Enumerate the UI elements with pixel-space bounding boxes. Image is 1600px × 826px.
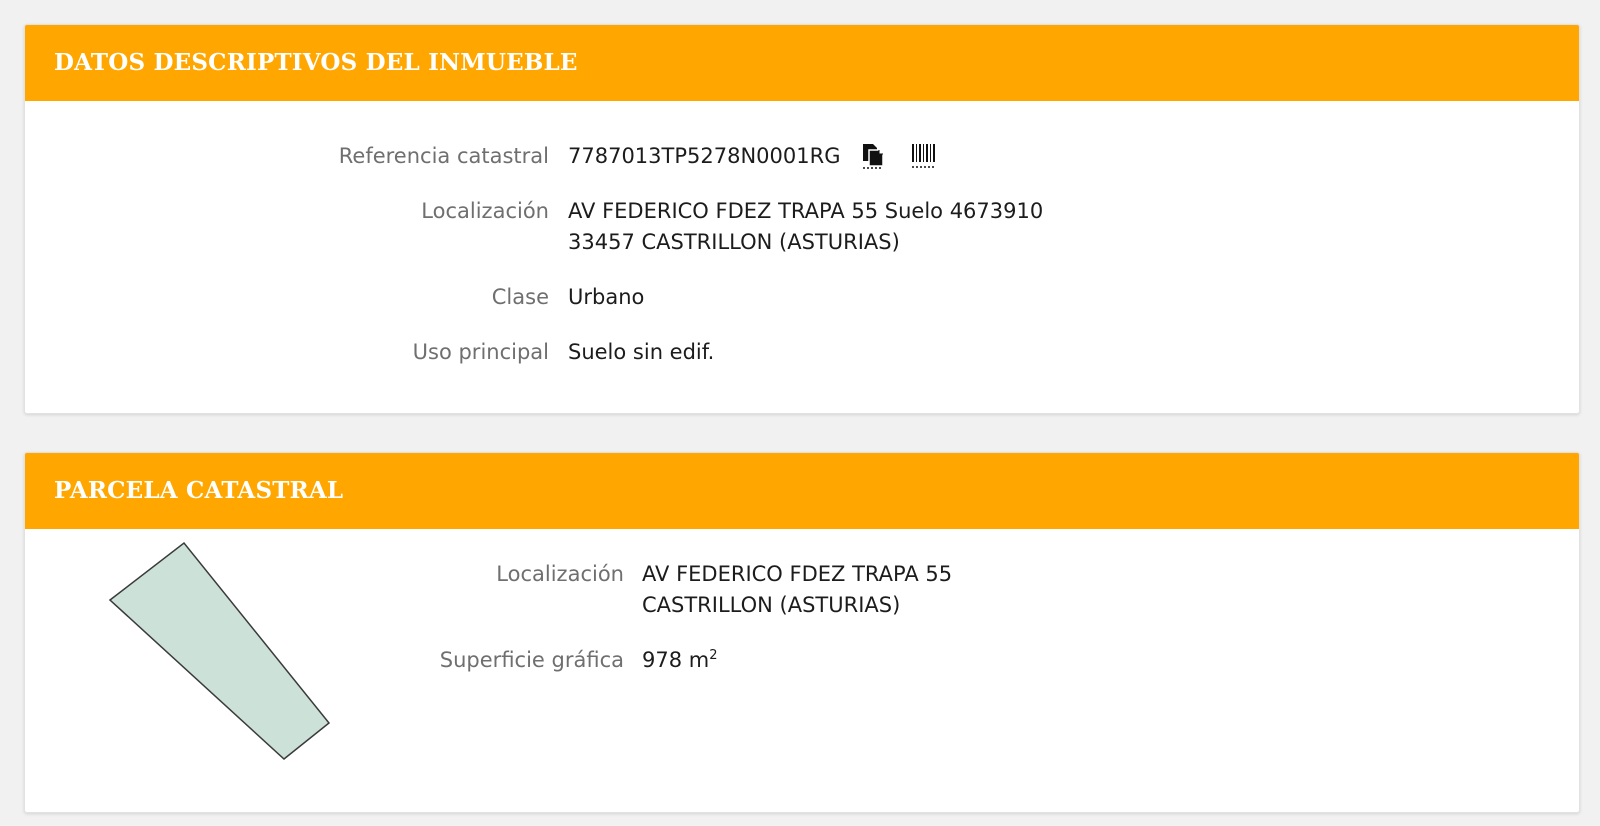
parcela-localizacion-line2: CASTRILLON (ASTURIAS): [642, 593, 901, 617]
superficie-grafica-value: 978 m2: [642, 644, 718, 676]
datos-descriptivos-panel: DATOS DESCRIPTIVOS DEL INMUEBLE Referenc…: [24, 24, 1580, 414]
datos-descriptivos-title: DATOS DESCRIPTIVOS DEL INMUEBLE: [25, 25, 1579, 101]
localizacion-line2: 33457 CASTRILLON (ASTURIAS): [568, 230, 900, 254]
clase-label: Clase: [491, 285, 549, 309]
superficie-unit-exponent: 2: [709, 648, 718, 663]
localizacion-line1: AV FEDERICO FDEZ TRAPA 55 Suelo 4673910: [568, 199, 1044, 223]
localizacion-label: Localización: [421, 199, 549, 223]
parcel-plot-shape: [108, 541, 331, 760]
copy-document-icon[interactable]: [860, 142, 888, 174]
uso-principal-value: Suelo sin edif.: [568, 340, 715, 364]
referencia-catastral-value: 7787013TP5278N0001RG: [568, 144, 841, 168]
parcela-localizacion-line1: AV FEDERICO FDEZ TRAPA 55: [642, 562, 953, 586]
superficie-grafica-label: Superficie gráfica: [439, 648, 624, 672]
superficie-unit: m: [688, 648, 710, 672]
referencia-catastral-label: Referencia catastral: [338, 144, 549, 168]
superficie-number: 978: [642, 648, 683, 672]
parcela-catastral-panel: PARCELA CATASTRAL Localización AV FEDERI…: [24, 452, 1580, 813]
clase-value: Urbano: [568, 285, 645, 309]
barcode-icon[interactable]: [909, 142, 937, 174]
uso-principal-label: Uso principal: [412, 340, 549, 364]
parcela-catastral-title: PARCELA CATASTRAL: [25, 453, 1579, 529]
parcela-localizacion-label: Localización: [496, 562, 624, 586]
